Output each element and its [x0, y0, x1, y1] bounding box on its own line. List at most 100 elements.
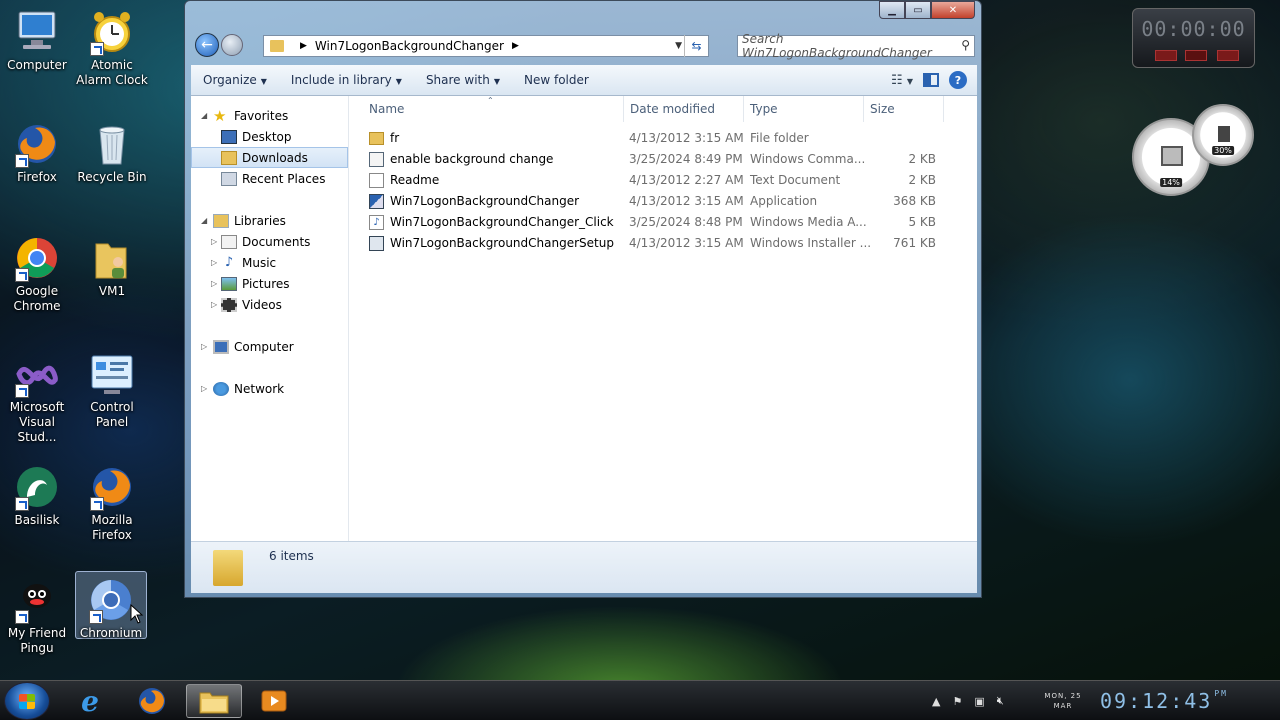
date-display[interactable]: MON, 25 MAR — [1040, 691, 1086, 711]
desktop-icon-google-chrome[interactable]: Google Chrome — [1, 234, 73, 314]
desktop-icon-control-panel[interactable]: Control Panel — [76, 350, 148, 430]
column-header-date-modified[interactable]: Date modified — [630, 102, 715, 116]
nav-recent-places-label: Recent Places — [242, 171, 326, 186]
file-row[interactable]: Readme 4/13/2012 2:27 AM Text Document 2… — [349, 170, 977, 191]
downloads-folder-icon — [221, 150, 237, 165]
stopwatch-reset-button[interactable] — [1155, 50, 1177, 61]
clock-display[interactable]: 09:12:43 PM — [1100, 689, 1228, 713]
nav-computer[interactable]: ▷ Computer — [191, 336, 348, 357]
network-tray-icon[interactable]: ▣ — [974, 695, 984, 708]
libraries-icon — [213, 213, 229, 228]
column-header-type[interactable]: Type — [750, 102, 778, 116]
nav-network[interactable]: ▷ Network — [191, 378, 348, 399]
include-in-library-button[interactable]: Include in library ▼ — [279, 73, 414, 87]
desktop-icon-atomic-alarm-clock[interactable]: Atomic Alarm Clock — [76, 8, 148, 88]
show-hidden-icons-icon[interactable]: ▲ — [932, 695, 940, 708]
stopwatch-start-button[interactable] — [1185, 50, 1207, 61]
desktop-icon-basilisk[interactable]: Basilisk — [1, 463, 73, 528]
file-row[interactable]: enable background change 3/25/2024 8:49 … — [349, 149, 977, 170]
clock-time: 09:12:43 — [1100, 689, 1213, 713]
nav-documents[interactable]: ▷ Documents — [191, 231, 348, 252]
minimize-button[interactable]: ▁ — [879, 1, 905, 19]
organize-button[interactable]: Organize ▼ — [191, 73, 279, 87]
desktop-icon-mozilla-firefox[interactable]: Mozilla Firefox — [76, 463, 148, 543]
nav-music[interactable]: ▷ ♪ Music — [191, 252, 348, 273]
nav-recent-places[interactable]: Recent Places — [191, 168, 348, 189]
expand-triangle-icon[interactable]: ▷ — [201, 342, 207, 351]
share-with-button[interactable]: Share with ▼ — [414, 73, 512, 87]
column-header-name[interactable]: Name — [369, 102, 404, 116]
maximize-button[interactable]: ▭ — [905, 1, 931, 19]
back-button[interactable]: ← — [195, 33, 219, 57]
expand-triangle-icon[interactable]: ▷ — [211, 300, 217, 309]
media-player-icon — [261, 690, 287, 712]
shortcut-arrow-icon — [90, 497, 104, 511]
taskbar-firefox[interactable] — [124, 684, 180, 718]
search-placeholder: Search Win7LogonBackgroundChanger — [742, 32, 932, 60]
action-center-flag-icon[interactable]: ⚑ — [952, 695, 962, 708]
navigation-pane[interactable]: ◢ ★ Favorites Desktop Downloads Recent Pla… — [191, 96, 349, 541]
taskbar-windows-explorer[interactable] — [186, 684, 242, 718]
file-list[interactable]: Name ⌃ Date modified Type Size fr 4/13/2… — [349, 96, 977, 541]
help-icon[interactable]: ? — [949, 71, 967, 89]
search-input[interactable]: Search Win7LogonBackgroundChanger ⚲ — [737, 32, 975, 60]
taskbar: e ▲ ⚑ ▣ 🔇︎ MON, 25 MAR 09:12:43 PM — [0, 680, 1280, 720]
pictures-icon — [221, 276, 237, 291]
close-button[interactable]: ✕ — [931, 1, 975, 19]
internet-explorer-icon: e — [81, 684, 99, 718]
file-date: 4/13/2012 2:27 AM — [629, 173, 744, 187]
file-row[interactable]: ♪ Win7LogonBackgroundChanger_Click 3/25/… — [349, 212, 977, 233]
desktop-icon-firefox[interactable]: Firefox — [1, 120, 73, 185]
expand-triangle-icon[interactable]: ▷ — [201, 384, 207, 393]
new-folder-button[interactable]: New folder — [512, 73, 601, 87]
file-row[interactable]: Win7LogonBackgroundChanger 4/13/2012 3:1… — [349, 191, 977, 212]
file-date: 3/25/2024 8:48 PM — [629, 215, 743, 229]
preview-pane-icon[interactable] — [923, 73, 939, 87]
shortcut-arrow-icon — [15, 384, 29, 398]
file-row[interactable]: Win7LogonBackgroundChangerSetup 4/13/201… — [349, 233, 977, 254]
nav-computer-label: Computer — [234, 339, 294, 354]
breadcrumb-chevron-icon[interactable]: ▶ — [512, 41, 519, 51]
nav-pictures[interactable]: ▷ Pictures — [191, 273, 348, 294]
memory-gauge-gadget[interactable]: 30% — [1192, 104, 1254, 166]
documents-icon — [221, 234, 237, 249]
chevron-down-icon[interactable]: ▼ — [675, 41, 682, 51]
share-with-label: Share with — [425, 73, 490, 87]
expand-triangle-icon[interactable]: ▷ — [211, 279, 217, 288]
view-options-icon[interactable]: ☷ ▼ — [891, 73, 913, 88]
file-date: 4/13/2012 3:15 AM — [629, 194, 744, 208]
shortcut-arrow-icon — [15, 154, 29, 168]
search-icon[interactable]: ⚲ — [961, 38, 970, 52]
nav-desktop[interactable]: Desktop — [191, 126, 348, 147]
expand-triangle-icon[interactable]: ▷ — [211, 237, 217, 246]
nav-favorites-label: Favorites — [234, 108, 289, 123]
column-header-size[interactable]: Size — [870, 102, 895, 116]
breadcrumb[interactable]: Win7LogonBackgroundChanger — [315, 39, 504, 53]
network-icon — [213, 381, 229, 396]
desktop-icon-my-friend-pingu[interactable]: My Friend Pingu — [1, 576, 73, 656]
expand-triangle-icon[interactable]: ◢ — [201, 111, 207, 120]
stopwatch-lap-button[interactable] — [1217, 50, 1239, 61]
desktop-icon-computer[interactable]: Computer — [1, 8, 73, 73]
start-button[interactable] — [4, 682, 50, 720]
taskbar-media-player[interactable] — [246, 684, 302, 718]
chevron-down-icon: ▼ — [395, 77, 402, 86]
desktop-icon-visual-studio[interactable]: Microsoft Visual Stud... — [1, 350, 73, 445]
nav-downloads[interactable]: Downloads — [191, 147, 348, 168]
nav-libraries[interactable]: ◢ Libraries — [191, 210, 348, 231]
explorer-window[interactable]: ▁ ▭ ✕ ← ▶ Win7LogonBackgroundChanger ▶ ▼… — [184, 0, 982, 598]
command-bar: Organize ▼ Include in library ▼ Share with… — [191, 65, 977, 96]
forward-button[interactable] — [221, 34, 243, 56]
nav-favorites[interactable]: ◢ ★ Favorites — [191, 105, 348, 126]
desktop-icon-vm1[interactable]: VM1 — [76, 234, 148, 299]
file-row[interactable]: fr 4/13/2012 3:15 AM File folder — [349, 128, 977, 149]
nav-videos[interactable]: ▷ Videos — [191, 294, 348, 315]
expand-triangle-icon[interactable]: ◢ — [201, 216, 207, 225]
stopwatch-gadget[interactable]: 00:00:00 — [1132, 8, 1255, 68]
refresh-icon[interactable]: ⇆ — [684, 35, 708, 57]
desktop-icon-recycle-bin[interactable]: Recycle Bin — [76, 120, 148, 185]
address-bar[interactable]: ▶ Win7LogonBackgroundChanger ▶ ▼ ⇆ — [263, 35, 709, 57]
volume-muted-icon[interactable]: 🔇︎ — [997, 694, 1004, 708]
expand-triangle-icon[interactable]: ▷ — [211, 258, 217, 267]
taskbar-internet-explorer[interactable]: e — [62, 684, 118, 718]
